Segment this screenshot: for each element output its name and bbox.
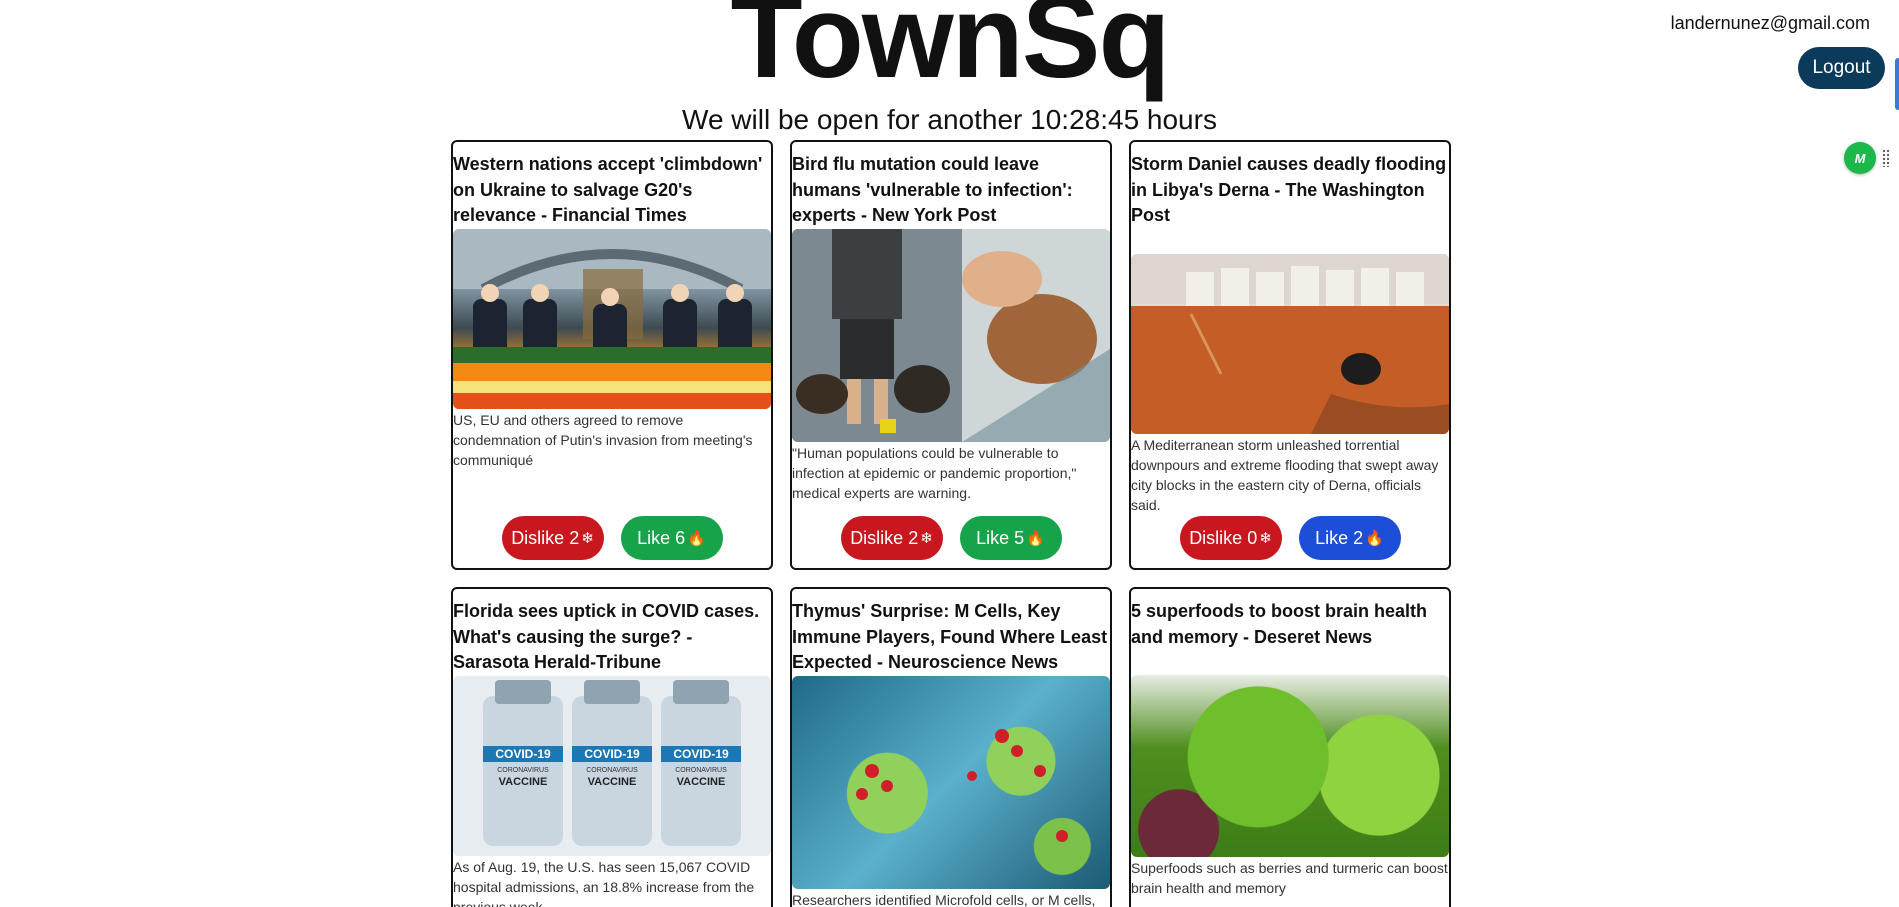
article-description: "Human populations could be vulnerable t… [792,444,1077,501]
extension-widget[interactable]: M [1844,141,1899,175]
vial-label: COVID-19 [673,747,729,761]
vial-word: VACCINE [588,776,637,788]
article-card: Bird flu mutation could leave humans 'vu… [790,140,1112,570]
dislike-label: Dislike 2 [511,527,580,548]
article-card: 5 superfoods to boost brain health and m… [1129,587,1451,907]
like-label: Like 2 [1315,527,1364,548]
dislike-button[interactable]: Dislike 2 ❄ [840,516,943,560]
article-card: Storm Daniel causes deadly flooding in L… [1129,140,1451,570]
article-title[interactable]: Bird flu mutation could leave humans 'vu… [792,142,1110,229]
article-title[interactable]: Florida sees uptick in COVID cases. What… [453,589,771,676]
article-image[interactable] [792,228,1110,442]
vial-label: COVID-19 [584,747,640,761]
user-email: landernunez@gmail.com [1670,13,1870,33]
article-title[interactable]: Storm Daniel causes deadly flooding in L… [1131,142,1449,229]
article-description: US, EU and others agreed to remove conde… [453,411,753,468]
dislike-button[interactable]: Dislike 0 ❄ [1179,516,1282,560]
article-description: As of Aug. 19, the U.S. has seen 15,067 … [453,858,755,907]
article-description: Researchers identified Microfold cells, … [792,891,1096,907]
fire-icon: 🔥 [687,530,706,547]
snowflake-icon: ❄ [1259,530,1272,547]
article-image[interactable] [1131,675,1449,857]
article-image[interactable] [1131,253,1449,434]
vote-row: Dislike 0 ❄ Like 2 🔥 [1131,516,1449,560]
article-title[interactable]: 5 superfoods to boost brain health and m… [1131,589,1449,650]
vial-sub: CORONAVIRUS [586,767,638,774]
vote-row: Dislike 2 ❄ Like 5 🔥 [792,516,1110,560]
like-label: Like 6 [637,527,686,548]
like-button[interactable]: Like 6 🔥 [620,516,723,560]
dislike-label: Dislike 0 [1189,527,1258,548]
vial-label: COVID-19 [495,747,551,761]
vial-word: VACCINE [677,776,726,788]
dislike-button[interactable]: Dislike 2 ❄ [501,516,604,560]
vial-word: VACCINE [499,776,548,788]
snowflake-icon: ❄ [920,530,933,547]
dislike-label: Dislike 2 [850,527,919,548]
logout-button[interactable]: Logout [1798,47,1885,89]
vote-row: Dislike 2 ❄ Like 6 🔥 [453,516,771,560]
extension-badge-icon[interactable]: M [1844,142,1876,174]
article-card: Western nations accept 'climbdown' on Uk… [451,140,773,570]
fire-icon: 🔥 [1365,530,1384,547]
like-label: Like 5 [976,527,1025,548]
open-hours-banner: We will be open for another 10:28:45 hou… [682,104,1217,135]
article-card: Thymus' Surprise: M Cells, Key Immune Pl… [790,587,1112,907]
extension-badge-text: M [1854,150,1866,166]
article-description: Superfoods such as berries and turmeric … [1131,860,1448,896]
article-description: A Mediterranean storm unleashed torrenti… [1131,436,1439,513]
article-title[interactable]: Western nations accept 'climbdown' on Uk… [453,142,771,229]
article-image[interactable]: COVID-19 COVID-19 COVID-19 CORONAVIRUS C… [453,675,771,856]
vial-sub: CORONAVIRUS [675,767,727,774]
article-image[interactable] [453,228,771,409]
article-title[interactable]: Thymus' Surprise: M Cells, Key Immune Pl… [792,589,1110,676]
article-image[interactable] [792,675,1110,889]
site-title: TownSq [730,0,1170,103]
drag-handle-icon[interactable] [1882,149,1890,167]
article-card: Florida sees uptick in COVID cases. What… [451,587,773,907]
snowflake-icon: ❄ [581,530,594,547]
vial-sub: CORONAVIRUS [497,767,549,774]
like-button[interactable]: Like 5 🔥 [959,516,1062,560]
like-button[interactable]: Like 2 🔥 [1298,516,1401,560]
fire-icon: 🔥 [1026,530,1045,547]
